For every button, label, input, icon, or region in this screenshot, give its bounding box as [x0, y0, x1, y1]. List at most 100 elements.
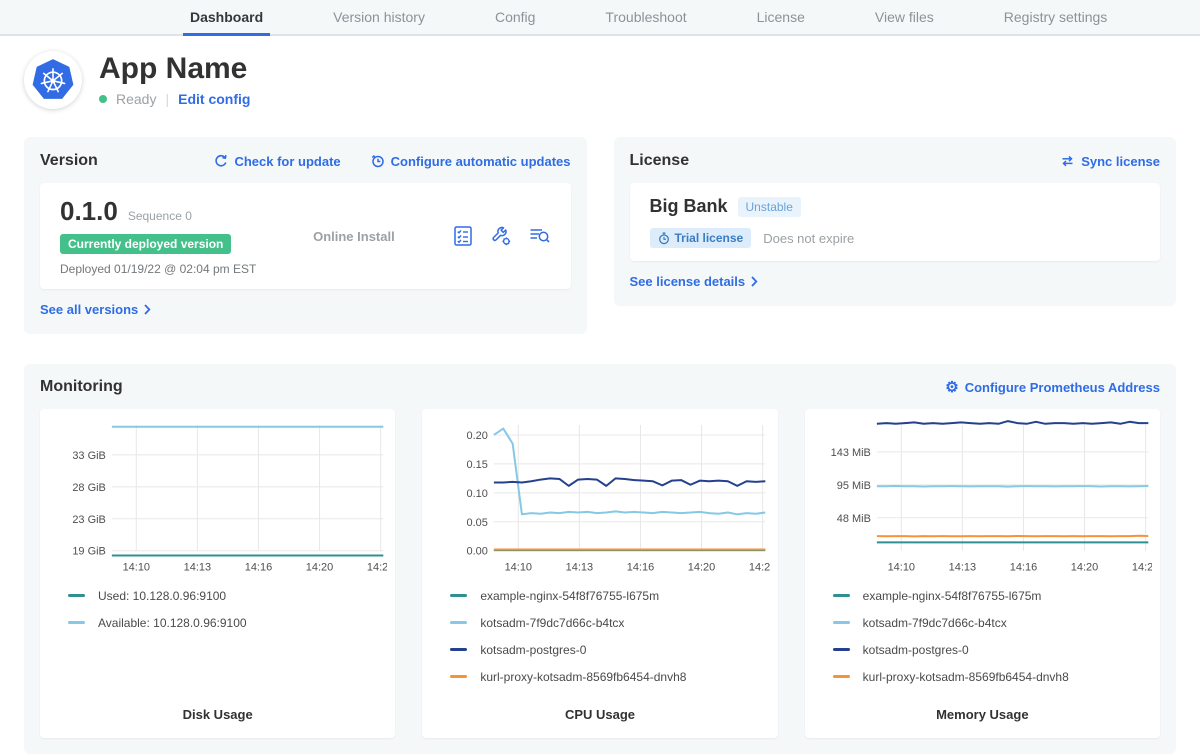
app-logo	[24, 51, 82, 109]
legend-swatch-icon	[833, 648, 850, 651]
svg-text:0.15: 0.15	[467, 459, 488, 471]
see-all-versions-link[interactable]: See all versions	[40, 302, 151, 317]
legend-label: example-nginx-54f8f76755-l675m	[480, 589, 659, 603]
gear-icon: ⚙	[945, 380, 958, 395]
svg-text:14:23: 14:23	[1132, 562, 1152, 574]
see-license-details-link[interactable]: See license details	[630, 274, 759, 289]
legend-item: example-nginx-54f8f76755-l675m	[833, 589, 1152, 603]
top-nav: Dashboard Version history Config Troublesho…	[0, 0, 1200, 36]
refresh-icon	[214, 154, 228, 168]
configure-prometheus-link[interactable]: ⚙ Configure Prometheus Address	[945, 380, 1160, 395]
legend-item: Used: 10.128.0.96:9100	[68, 589, 387, 603]
legend-label: example-nginx-54f8f76755-l675m	[863, 589, 1042, 603]
edit-config-link[interactable]: Edit config	[178, 91, 250, 107]
check-for-update-link[interactable]: Check for update	[214, 154, 340, 169]
cards-row: Version Check for update	[24, 137, 1176, 334]
tab-view-files[interactable]: View files	[868, 0, 941, 36]
svg-text:14:13: 14:13	[948, 562, 975, 574]
legend-swatch-icon	[450, 594, 467, 597]
customer-name: Big Bank	[650, 196, 728, 217]
app-header: App Name Ready | Edit config	[24, 51, 1176, 109]
version-card-title: Version	[40, 152, 98, 170]
tab-version-history[interactable]: Version history	[326, 0, 432, 36]
page-title: App Name	[99, 52, 250, 85]
version-number: 0.1.0	[60, 196, 118, 227]
stopwatch-icon	[658, 232, 670, 245]
legend-swatch-icon	[450, 621, 467, 624]
chart-title: Disk Usage	[48, 707, 387, 726]
legend-swatch-icon	[450, 648, 467, 651]
current-version-box: 0.1.0 Sequence 0 Currently deployed vers…	[40, 183, 571, 289]
view-deploy-logs-button[interactable]	[528, 225, 551, 247]
disk-usage-chart-card: 19 GiB23 GiB28 GiB33 GiB14:1014:1314:161…	[40, 409, 395, 738]
license-details-box: Big Bank Unstable Trial license Does not…	[630, 183, 1161, 261]
svg-text:14:13: 14:13	[566, 562, 593, 574]
chart-title: CPU Usage	[430, 707, 769, 726]
preflight-checks-button[interactable]	[452, 225, 474, 247]
legend-swatch-icon	[450, 675, 467, 678]
tab-config[interactable]: Config	[488, 0, 542, 36]
chart-legend: example-nginx-54f8f76755-l675m kotsadm-7f…	[450, 589, 769, 707]
svg-text:14:13: 14:13	[184, 562, 211, 574]
tab-dashboard[interactable]: Dashboard	[183, 0, 270, 36]
install-type-label: Online Install	[256, 229, 451, 244]
svg-text:14:10: 14:10	[123, 562, 150, 574]
legend-label: kotsadm-postgres-0	[480, 643, 586, 657]
divider: |	[165, 91, 169, 107]
legend-item: example-nginx-54f8f76755-l675m	[450, 589, 769, 603]
legend-item: kotsadm-postgres-0	[450, 643, 769, 657]
kubernetes-icon	[30, 57, 76, 103]
legend-label: Used: 10.128.0.96:9100	[98, 589, 226, 603]
legend-swatch-icon	[833, 621, 850, 624]
channel-badge: Unstable	[738, 197, 801, 217]
edit-config-version-button[interactable]	[490, 225, 512, 247]
svg-text:48 MiB: 48 MiB	[836, 513, 870, 525]
license-expiration: Does not expire	[763, 231, 854, 246]
wrench-gear-icon	[490, 225, 512, 247]
sync-license-link[interactable]: Sync license	[1060, 154, 1160, 169]
page-content: App Name Ready | Edit config Version	[0, 51, 1200, 754]
logs-search-icon	[528, 225, 551, 247]
license-type-badge: Trial license	[650, 228, 752, 248]
memory-usage-chart[interactable]: 48 MiB95 MiB143 MiB14:1014:1314:1614:201…	[813, 419, 1152, 581]
schedule-icon	[371, 154, 385, 168]
sync-icon	[1060, 154, 1075, 168]
monitoring-section: Monitoring ⚙ Configure Prometheus Addres…	[24, 364, 1176, 754]
svg-text:14:20: 14:20	[1070, 562, 1097, 574]
legend-label: Available: 10.128.0.96:9100	[98, 616, 247, 630]
deployed-version-badge: Currently deployed version	[60, 234, 231, 254]
svg-text:14:23: 14:23	[367, 562, 387, 574]
svg-text:0.00: 0.00	[467, 546, 488, 558]
version-card: Version Check for update	[24, 137, 587, 334]
version-sequence: Sequence 0	[128, 209, 192, 223]
svg-text:14:10: 14:10	[887, 562, 914, 574]
tab-registry-settings[interactable]: Registry settings	[997, 0, 1114, 36]
monitoring-title: Monitoring	[40, 378, 123, 396]
charts-row: 19 GiB23 GiB28 GiB33 GiB14:1014:1314:161…	[40, 409, 1160, 738]
legend-swatch-icon	[68, 594, 85, 597]
status-dot-icon	[99, 95, 107, 103]
legend-item: Available: 10.128.0.96:9100	[68, 616, 387, 630]
svg-text:14:10: 14:10	[505, 562, 532, 574]
cpu-usage-chart-card: 0.000.050.100.150.2014:1014:1314:1614:20…	[422, 409, 777, 738]
svg-text:14:20: 14:20	[688, 562, 715, 574]
svg-text:23 GiB: 23 GiB	[72, 514, 106, 526]
legend-item: kotsadm-7f9dc7d66c-b4tcx	[450, 616, 769, 630]
checklist-icon	[452, 225, 474, 247]
tab-license[interactable]: License	[750, 0, 812, 36]
svg-text:0.20: 0.20	[467, 430, 488, 442]
chart-legend: Used: 10.128.0.96:9100 Available: 10.128.…	[68, 589, 387, 707]
svg-text:19 GiB: 19 GiB	[72, 546, 106, 558]
chevron-right-icon	[751, 276, 758, 287]
svg-text:0.10: 0.10	[467, 488, 488, 500]
disk-usage-chart[interactable]: 19 GiB23 GiB28 GiB33 GiB14:1014:1314:161…	[48, 419, 387, 581]
legend-label: kotsadm-7f9dc7d66c-b4tcx	[480, 616, 624, 630]
cpu-usage-chart[interactable]: 0.000.050.100.150.2014:1014:1314:1614:20…	[430, 419, 769, 581]
configure-automatic-updates-link[interactable]: Configure automatic updates	[371, 154, 571, 169]
chart-title: Memory Usage	[813, 707, 1152, 726]
svg-text:14:23: 14:23	[749, 562, 769, 574]
tab-troubleshoot[interactable]: Troubleshoot	[598, 0, 693, 36]
license-card-title: License	[630, 152, 690, 170]
license-card: License Sync license Big Bank Unstable	[614, 137, 1177, 306]
legend-label: kotsadm-7f9dc7d66c-b4tcx	[863, 616, 1007, 630]
